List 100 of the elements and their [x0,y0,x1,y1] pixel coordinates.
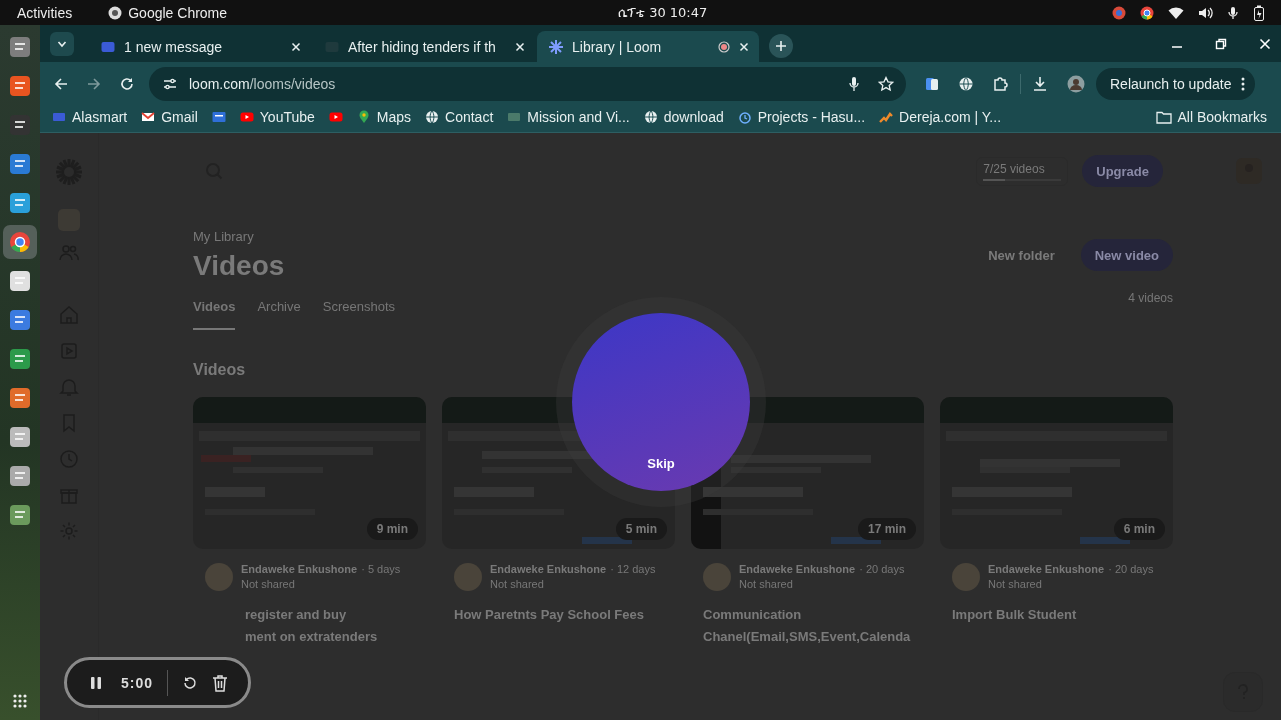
duration-badge: 5 min [615,518,667,540]
author-name: Endaweke Enkushone [988,563,1105,575]
trash-icon[interactable] [212,673,229,692]
favicon-icon [101,39,115,54]
app-icon[interactable] [9,309,31,331]
tab-title: Library | Loom [572,38,663,55]
app-icon[interactable] [9,153,31,175]
wifi-icon[interactable] [1168,5,1184,20]
bookmark[interactable]: Dereja.com | Y... [879,109,1002,125]
asterisk-icon [549,39,563,54]
app-indicator-icon[interactable] [1112,5,1126,20]
more-icon [1241,76,1246,91]
browser-tab[interactable]: After hiding tenders if th [313,31,535,62]
browser-tab[interactable]: Library | Loom [537,31,759,62]
duration-badge: 9 min [366,518,418,540]
globe-icon[interactable] [958,75,974,92]
tab-title: 1 new message [124,38,224,55]
activities-button[interactable]: Activities [17,4,73,21]
bookmark[interactable] [211,110,226,124]
restart-icon[interactable] [182,674,199,691]
app-icon[interactable] [9,114,31,136]
battery-icon[interactable] [1253,4,1265,21]
globe-icon [425,110,440,124]
all-bookmarks-button[interactable]: All Bookmarks [1155,109,1267,125]
app-icon[interactable] [9,192,31,214]
site-settings-icon [163,76,177,91]
video-age: · 20 days [1108,563,1154,575]
browser-tab[interactable]: 1 new message [89,31,311,62]
back-icon[interactable] [54,76,68,91]
app-icon[interactable] [9,270,31,292]
relaunch-button[interactable]: Relaunch to update [1096,67,1256,100]
bookmark[interactable]: Mission and Vi... [507,109,630,125]
bookmark[interactable]: Alasmart [52,109,128,125]
avatar-icon[interactable] [1067,74,1085,93]
bookmark[interactable]: download [643,109,724,125]
close-icon[interactable] [739,41,749,52]
clock-icon [737,110,752,124]
microphone-icon[interactable] [848,75,860,92]
section-heading: Videos [193,361,247,379]
avatar [952,563,980,591]
new-video-button[interactable]: New video [1080,239,1173,271]
app-icon[interactable] [9,36,31,58]
video-count: 4 videos [1128,291,1173,305]
skip-button[interactable]: Skip [647,456,675,471]
recording-timer: 5:00 [121,674,154,691]
microphone-icon[interactable] [1227,5,1239,20]
restore-icon[interactable] [1215,38,1227,50]
app-icon[interactable] [9,348,31,370]
upgrade-button[interactable]: Upgrade [1082,155,1163,187]
duration-badge: 17 min [858,518,916,540]
forward-icon[interactable] [87,76,101,91]
favicon-icon [879,110,894,124]
favicon-icon [52,110,66,124]
puzzle-icon[interactable] [993,75,1009,92]
bookmark[interactable] [328,110,343,124]
avatar [205,563,233,591]
chrome-icon [108,5,123,20]
folder-icon [1155,110,1172,124]
bookmark[interactable]: YouTube [239,109,315,125]
bookmark[interactable]: Gmail [141,109,198,125]
video-quota: 7/25 videos [983,161,1046,176]
favicon-icon [211,110,226,124]
address-bar[interactable]: loom.com/looms/videos [149,66,906,101]
plus-icon [775,40,787,52]
author-name: Endaweke Enkushone [241,563,358,575]
bookmark[interactable]: Maps [356,109,412,125]
app-icon[interactable] [9,75,31,97]
star-icon[interactable] [878,75,894,92]
reload-icon[interactable] [120,76,134,91]
author-name: Endaweke Enkushone [490,563,607,575]
close-icon[interactable] [291,41,301,52]
app-grid-icon[interactable] [12,693,28,709]
play-icon [239,110,254,124]
globe-icon [643,110,658,124]
app-icon[interactable] [9,426,31,448]
author-name: Endaweke Enkushone [739,563,856,575]
video-age: · 5 days [361,563,401,575]
extension-icon[interactable] [925,75,939,92]
new-tab-button[interactable] [769,34,793,58]
avatar [454,563,482,591]
video-age: · 20 days [859,563,905,575]
download-icon[interactable] [1032,75,1048,92]
close-icon[interactable] [515,41,525,52]
app-name[interactable]: Google Chrome [128,4,228,21]
chrome-icon[interactable] [3,225,37,259]
app-icon[interactable] [9,465,31,487]
chrome-icon[interactable] [1140,5,1154,20]
bookmark[interactable]: Projects - Hasu... [737,109,866,125]
url-text: loom.com/looms/videos [189,75,336,92]
tab-title: After hiding tenders if th [348,38,497,55]
clock[interactable]: ሴፕቴ 30 10:47 [618,5,708,21]
favicon-icon [507,110,522,124]
bookmark[interactable]: Contact [425,109,494,125]
speaker-icon[interactable] [1198,5,1213,20]
avatar [703,563,731,591]
play-icon [328,110,343,124]
app-icon[interactable] [9,387,31,409]
pause-icon[interactable] [89,675,103,690]
app-icon[interactable] [9,504,31,526]
tab-search-button[interactable] [50,32,74,56]
